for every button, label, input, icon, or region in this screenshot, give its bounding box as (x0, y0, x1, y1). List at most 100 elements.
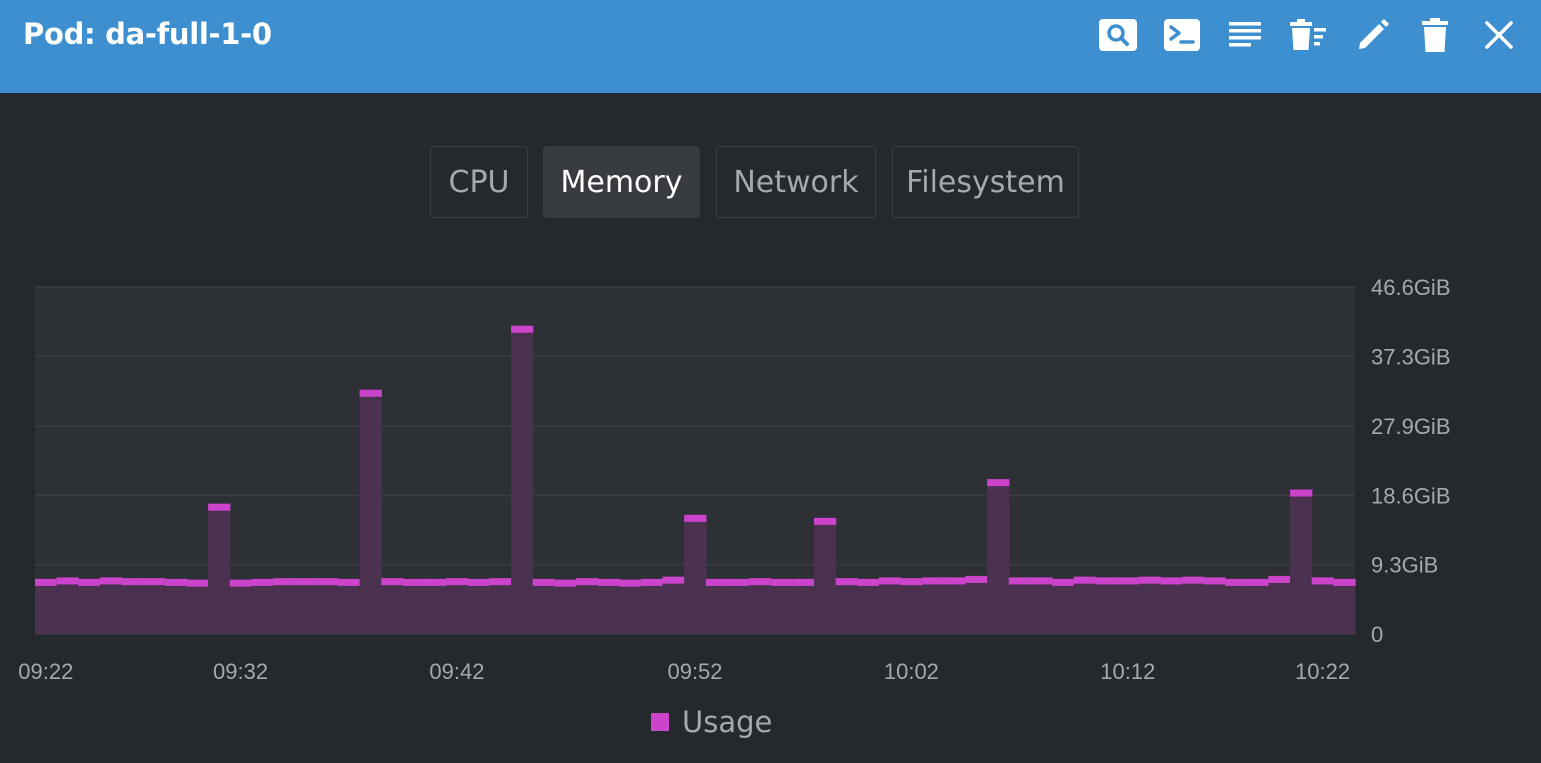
usage-bar-cap (1138, 576, 1161, 584)
usage-bar (1116, 577, 1140, 634)
usage-bar-cap (1116, 577, 1140, 585)
usage-bar (749, 578, 772, 634)
usage-bar (186, 579, 209, 634)
usage-bar (35, 578, 58, 634)
usage-bar-cap (792, 578, 815, 586)
usage-bar (1181, 576, 1205, 634)
usage-bar (1008, 577, 1032, 634)
usage-bar-cap (251, 578, 274, 586)
usage-bar-cap (1095, 577, 1118, 585)
y-tick-label: 37.3GiB (1371, 344, 1451, 369)
usage-bar (316, 578, 339, 634)
usage-bar (922, 577, 945, 634)
usage-bar (965, 575, 988, 634)
usage-bar-cap (99, 577, 123, 585)
usage-bar (1333, 578, 1356, 634)
usage-bar-cap (1290, 489, 1313, 497)
usage-bar (164, 578, 188, 634)
edit-icon[interactable] (1352, 14, 1394, 56)
usage-bar-cap (705, 578, 729, 586)
x-tick-label: 09:22 (18, 659, 73, 684)
usage-bar (662, 576, 685, 634)
usage-bar-cap (1268, 575, 1291, 583)
usage-bar-cap (208, 503, 231, 511)
usage-bar-cap (1181, 576, 1205, 584)
usage-bar-cap (294, 578, 317, 586)
tab-memory[interactable]: Memory (543, 146, 700, 218)
usage-bar (1095, 577, 1118, 634)
usage-bar (770, 578, 793, 634)
memory-chart: 0 9.3GiB 18.6GiB 27.9GiB 37.3GiB 46.6GiB 09:22… (18, 275, 1451, 684)
usage-bar (1268, 575, 1291, 634)
usage-bar (684, 514, 707, 634)
delete-list-icon[interactable] (1287, 14, 1329, 56)
search-icon[interactable] (1097, 14, 1139, 56)
usage-bar (1030, 577, 1053, 634)
usage-bar-cap (424, 578, 447, 586)
tab-network[interactable]: Network (716, 146, 876, 218)
usage-bar (143, 578, 166, 634)
x-tick-label: 09:52 (667, 659, 722, 684)
usage-bar-cap (489, 578, 512, 586)
usage-bar (1138, 576, 1161, 634)
usage-bar (402, 578, 426, 634)
metrics-tabs: CPU Memory Network Filesystem (0, 146, 1541, 221)
plot-area (35, 287, 1355, 634)
usage-bar-cap (835, 578, 858, 586)
x-tick-label: 10:22 (1295, 659, 1350, 684)
logs-icon[interactable] (1224, 14, 1266, 56)
page-title: Pod: da-full-1-0 (23, 17, 272, 51)
usage-bar-cap (1333, 578, 1356, 586)
tab-filesystem[interactable]: Filesystem (892, 146, 1079, 218)
usage-bar (381, 578, 404, 634)
usage-bar-cap (640, 578, 664, 586)
terminal-icon[interactable] (1161, 14, 1203, 56)
usage-bar (337, 578, 361, 634)
y-tick-label: 18.6GiB (1371, 483, 1451, 508)
usage-bar-cap (1052, 578, 1075, 586)
usage-bar-cap (1311, 577, 1334, 585)
x-tick-label: 10:02 (884, 659, 939, 684)
usage-bar (359, 389, 382, 634)
usage-bar (208, 503, 231, 634)
usage-bar (56, 577, 79, 634)
close-icon[interactable] (1478, 14, 1520, 56)
y-tick-label: 27.9GiB (1371, 414, 1451, 439)
x-tick-label: 10:12 (1100, 659, 1155, 684)
usage-bar (1290, 489, 1313, 634)
usage-bar-cap (770, 578, 793, 586)
usage-bar-cap (1160, 577, 1183, 585)
usage-bar (814, 517, 837, 634)
usage-bar-cap (532, 578, 555, 586)
usage-bar (1246, 578, 1270, 634)
x-tick-label: 09:42 (429, 659, 484, 684)
tab-cpu[interactable]: CPU (430, 146, 528, 218)
usage-bar (857, 578, 880, 634)
usage-bar-cap (121, 578, 144, 586)
usage-bar-cap (467, 578, 491, 586)
trash-icon[interactable] (1414, 14, 1456, 56)
usage-bar-cap (749, 578, 772, 586)
y-tick-label: 46.6GiB (1371, 275, 1451, 300)
usage-bar-cap (316, 578, 339, 586)
usage-bar-cap (575, 578, 599, 586)
chart-legend[interactable]: Usage (651, 705, 772, 739)
usage-bar-cap (186, 579, 209, 587)
usage-bar-cap (337, 578, 361, 586)
usage-bar-cap (1030, 577, 1053, 585)
usage-bar (1311, 577, 1334, 634)
usage-bar (705, 578, 729, 634)
usage-bar-cap (1073, 576, 1096, 584)
usage-bar-cap (143, 578, 166, 586)
y-tick-label: 9.3GiB (1371, 553, 1438, 578)
usage-bar (575, 578, 599, 634)
usage-bar (727, 578, 750, 634)
usage-bar (835, 578, 858, 634)
legend-swatch (651, 713, 669, 731)
usage-bar (1160, 577, 1183, 634)
usage-bar-cap (554, 579, 577, 587)
usage-bar-cap (965, 575, 988, 583)
usage-bar (273, 578, 296, 634)
legend-label-usage: Usage (682, 705, 773, 739)
usage-bar-cap (402, 578, 426, 586)
